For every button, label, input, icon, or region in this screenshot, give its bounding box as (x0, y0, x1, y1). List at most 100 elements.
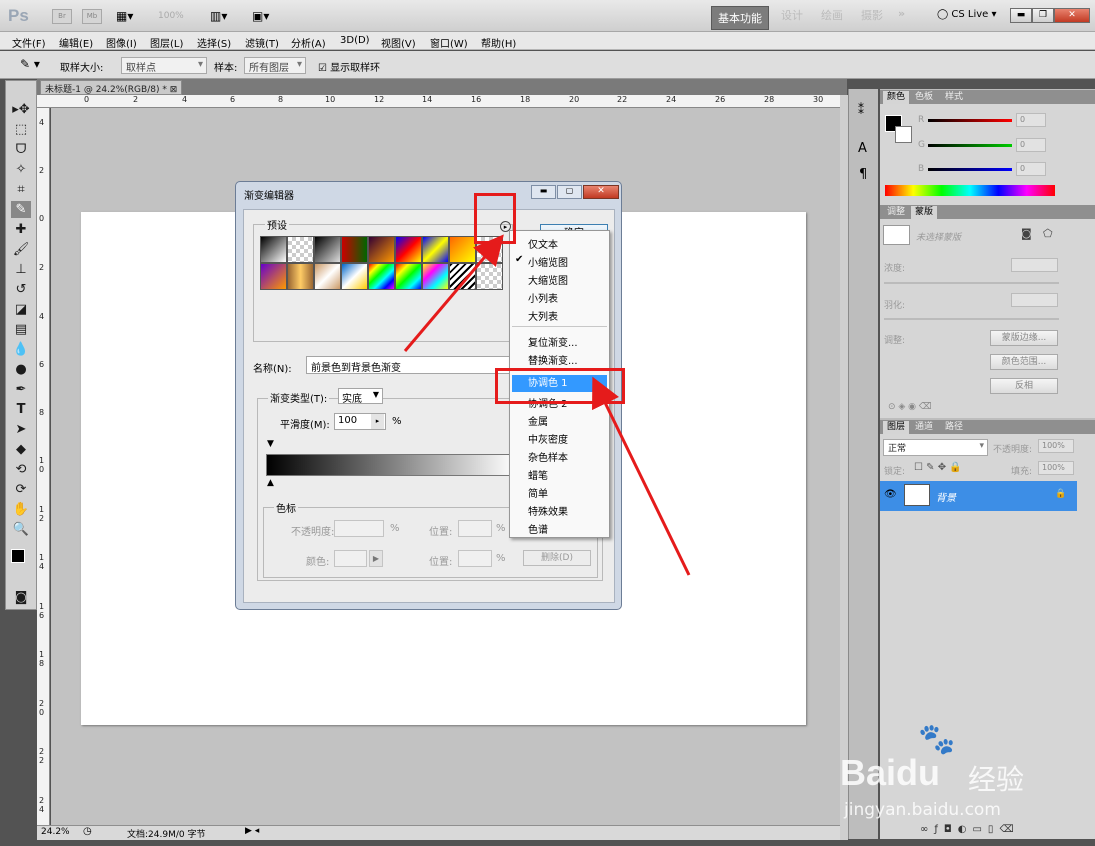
launch-bridge-button[interactable]: Br (52, 9, 72, 24)
menu-item-simple[interactable]: 简单 (528, 485, 548, 500)
layer-row[interactable]: 👁 背景 🔒 (880, 481, 1077, 511)
menu-item-special-effects[interactable]: 特殊效果 (528, 503, 568, 518)
vertical-scrollbar[interactable] (840, 95, 848, 840)
preset-swatch[interactable] (368, 236, 395, 263)
status-zoom[interactable]: 24.2% (41, 827, 70, 837)
eyedropper-tool-icon[interactable]: ✎ (11, 201, 31, 218)
dialog-minimize-button[interactable]: ▬ (531, 185, 556, 199)
stop-color-location-input[interactable] (458, 550, 492, 567)
close-button[interactable]: ✕ (1054, 8, 1090, 23)
history-brush-tool-icon[interactable]: ↺ (11, 281, 31, 298)
menu-view[interactable]: 视图(V) (381, 35, 416, 50)
workspace-painting[interactable]: 绘画 (821, 7, 843, 23)
move-tool-icon[interactable]: ▸✥ (11, 101, 31, 118)
preset-swatch[interactable] (314, 236, 341, 263)
menu-layer[interactable]: 图层(L) (150, 35, 183, 50)
zoom-level[interactable]: 100% (158, 11, 184, 21)
pixel-mask-icon[interactable]: ◙ (1021, 227, 1032, 240)
stop-opacity-location-input[interactable] (458, 520, 492, 537)
preset-swatch[interactable] (287, 263, 314, 290)
layer-visibility-eye-icon[interactable]: 👁 (884, 489, 897, 500)
preset-swatch[interactable] (395, 236, 422, 263)
opacity-stop-icon[interactable]: ▼ (267, 439, 274, 449)
preset-swatch[interactable] (368, 263, 395, 290)
screen-mode-icon[interactable]: ▣▾ (252, 9, 269, 23)
tab-layers[interactable]: 图层 (883, 421, 910, 434)
menu-help[interactable]: 帮助(H) (481, 35, 516, 50)
color-panel-background[interactable] (895, 126, 912, 143)
preset-swatch[interactable] (314, 263, 341, 290)
marquee-tool-icon[interactable]: ⬚ (11, 121, 31, 138)
preset-swatch[interactable] (341, 263, 368, 290)
path-select-tool-icon[interactable]: ➤ (11, 421, 31, 438)
tab-styles[interactable]: 样式 (941, 91, 967, 104)
menu-item-small-list[interactable]: 小列表 (528, 290, 558, 305)
shape-tool-icon[interactable]: ◆ (11, 441, 31, 458)
menu-select[interactable]: 选择(S) (197, 35, 231, 50)
r-slider[interactable] (928, 119, 1012, 122)
crop-tool-icon[interactable]: ⌗ (11, 181, 31, 198)
menu-item-neutral-density[interactable]: 中灰密度 (528, 431, 568, 446)
menu-image[interactable]: 图像(I) (106, 35, 137, 50)
preset-swatch[interactable] (395, 263, 422, 290)
color-range-button[interactable]: 颜色范围... (990, 354, 1058, 370)
lasso-tool-icon[interactable]: ᗜ (11, 141, 31, 158)
quick-select-tool-icon[interactable]: ✧ (11, 161, 31, 178)
eraser-tool-icon[interactable]: ◪ (11, 301, 31, 318)
mask-footer-icons[interactable]: ⊙ ◈ ◉ ⌫ (888, 402, 932, 412)
paragraph-panel-icon[interactable]: ¶ (859, 167, 867, 182)
hand-tool-icon[interactable]: ✋ (11, 501, 31, 518)
menu-item-small-thumbnail[interactable]: 小缩览图 (528, 254, 568, 269)
menu-file[interactable]: 文件(F) (12, 35, 46, 50)
3d-orbit-tool-icon[interactable]: ⟳ (11, 481, 31, 498)
view-extras-icon[interactable]: ▦▾ (116, 9, 133, 23)
document-tab[interactable]: 未标题-1 @ 24.2%(RGB/8) * ⊠ (40, 80, 183, 95)
status-menu-arrow-icon[interactable]: ▶ ◂ (245, 826, 259, 836)
color-stop-icon[interactable]: ▲ (267, 478, 274, 488)
tab-paths[interactable]: 路径 (941, 421, 967, 434)
fill-value[interactable]: 100% (1038, 461, 1074, 475)
gradient-preview-bar[interactable] (266, 454, 516, 476)
menu-item-spectrums[interactable]: 色谱 (528, 521, 548, 536)
menu-item-metals[interactable]: 金属 (528, 413, 548, 428)
menu-item-large-list[interactable]: 大列表 (528, 308, 558, 323)
clone-stamp-tool-icon[interactable]: ⊥ (11, 261, 31, 278)
density-value[interactable] (1011, 258, 1058, 272)
dialog-close-button[interactable]: ✕ (583, 185, 619, 199)
histogram-panel-icon[interactable]: ⁑ (858, 103, 864, 117)
show-ring-checkbox[interactable]: ☑ 显示取样环 (318, 59, 380, 74)
menu-filter[interactable]: 滤镜(T) (245, 35, 279, 50)
close-tab-icon[interactable]: ⊠ (170, 85, 178, 95)
pen-tool-icon[interactable]: ✒ (11, 381, 31, 398)
vector-mask-icon[interactable]: ⬠ (1043, 227, 1053, 240)
type-tool-icon[interactable]: T (11, 401, 31, 418)
sample-select[interactable]: 所有图层 ▾ (244, 57, 306, 74)
menu-window[interactable]: 窗口(W) (430, 35, 468, 50)
character-panel-icon[interactable]: A (858, 141, 867, 156)
stop-color-arrow-icon[interactable]: ▶ (369, 550, 383, 567)
gradient-tool-icon[interactable]: ▤ (11, 321, 31, 338)
maximize-button[interactable]: ❐ (1032, 8, 1054, 23)
layer-footer-icons[interactable]: ∞ƒ◘◐▭▯⌫ (920, 824, 1020, 835)
tab-swatches[interactable]: 色板 (911, 91, 937, 104)
menu-item-large-thumbnail[interactable]: 大缩览图 (528, 272, 568, 287)
lock-icons[interactable]: ☐ ✎ ✥ 🔒 (914, 462, 962, 473)
eyedropper-preset-icon[interactable]: ✎ ▾ (20, 57, 40, 71)
cs-live-button[interactable]: ◯ CS Live ▾ (937, 9, 997, 20)
blend-mode-select[interactable]: 正常 ▾ (883, 439, 988, 456)
menu-item-text-only[interactable]: 仅文本 (528, 236, 558, 251)
gradient-type-select[interactable]: 实底 ▼ (338, 388, 383, 405)
preset-swatch[interactable] (341, 236, 368, 263)
tab-masks[interactable]: 蒙版 (911, 206, 938, 219)
tab-color[interactable]: 颜色 (883, 91, 910, 104)
g-value[interactable]: 0 (1016, 138, 1046, 152)
menu-item-noise-samples[interactable]: 杂色样本 (528, 449, 568, 464)
b-slider[interactable] (928, 168, 1012, 171)
preset-swatch[interactable] (260, 236, 287, 263)
menu-edit[interactable]: 编辑(E) (59, 35, 93, 50)
dialog-maximize-button[interactable]: ▢ (557, 185, 582, 199)
tab-channels[interactable]: 通道 (911, 421, 937, 434)
menu-item-pastels[interactable]: 蜡笔 (528, 467, 548, 482)
zoom-tool-icon[interactable]: 🔍 (11, 521, 31, 538)
g-slider[interactable] (928, 144, 1012, 147)
